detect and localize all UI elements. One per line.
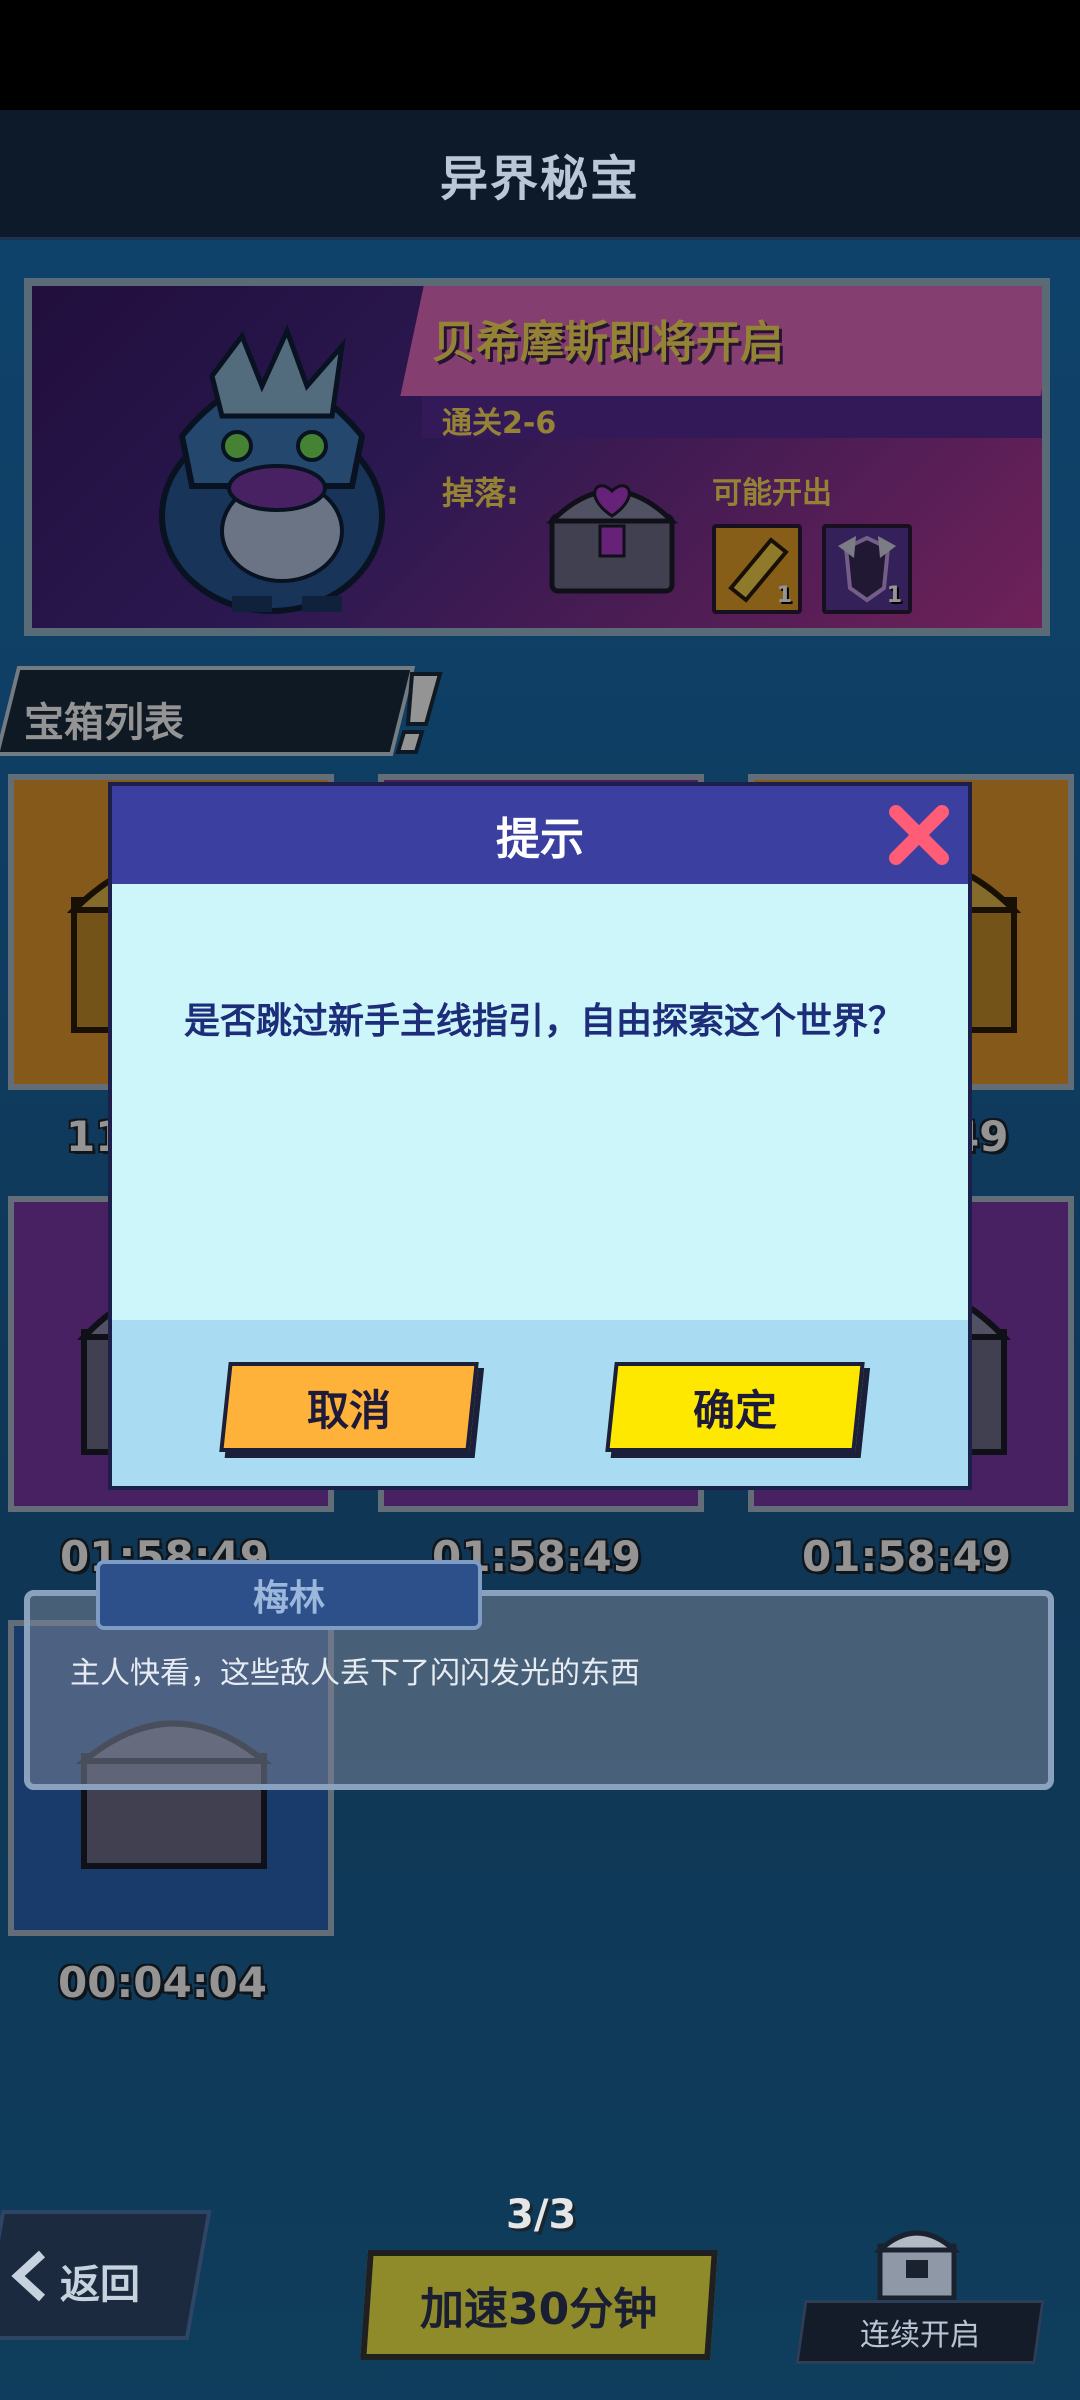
continuous-open-button[interactable]: 连续开启 xyxy=(795,2300,1045,2364)
confirm-button[interactable]: 确定 xyxy=(605,1362,865,1452)
back-label: 返回 xyxy=(60,2262,140,2308)
continuous-open-chest-icon xyxy=(873,2230,961,2301)
title-bar: 异界秘宝 xyxy=(0,110,1080,240)
page-title: 异界秘宝 xyxy=(439,150,640,207)
confirm-dialog: 提示 是否跳过新手主线指引，自由探索这个世界？ 取消 确定 xyxy=(108,782,972,1490)
npc-name: 梅林 xyxy=(252,1578,325,1619)
npc-dialogue-text: 主人快看，这些敌人丢下了闪闪发光的东西 xyxy=(70,1656,640,1691)
dialog-title: 提示 xyxy=(496,814,584,865)
dialog-message: 是否跳过新手主线指引，自由探索这个世界？ xyxy=(183,1001,904,1042)
speed-up-label: 加速30分钟 xyxy=(420,2284,658,2335)
dialog-header: 提示 xyxy=(112,786,968,884)
close-icon[interactable] xyxy=(886,802,952,868)
cancel-button[interactable]: 取消 xyxy=(219,1362,479,1452)
confirm-label: 确定 xyxy=(692,1385,777,1435)
remaining-count: 3/3 xyxy=(506,2192,577,2238)
npc-name-plate: 梅林 xyxy=(96,1560,482,1630)
cancel-label: 取消 xyxy=(306,1385,391,1435)
status-bar xyxy=(0,0,1080,110)
speed-up-button[interactable]: 加速30分钟 xyxy=(360,2250,718,2360)
continuous-open-label: 连续开启 xyxy=(860,2318,980,2353)
chevron-left-icon xyxy=(11,2250,46,2302)
